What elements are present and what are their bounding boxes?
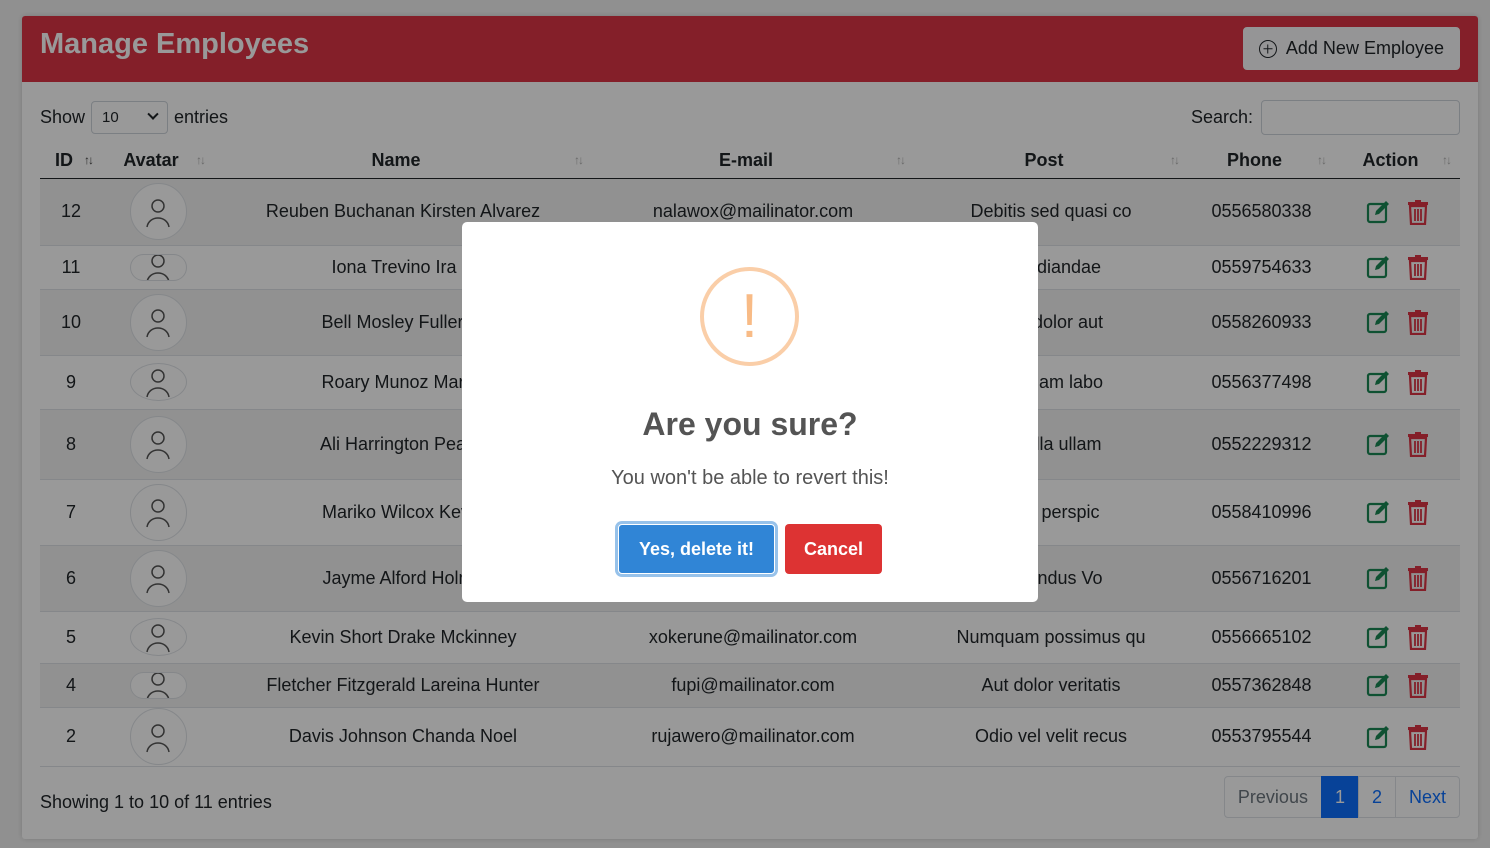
warning-icon: ! [700,267,799,366]
dialog-actions: Yes, delete it! Cancel [462,524,1038,574]
confirm-delete-button[interactable]: Yes, delete it! [617,524,776,574]
confirm-dialog: ! Are you sure? You won't be able to rev… [462,222,1038,602]
dialog-text: You won't be able to revert this! [611,467,889,489]
dialog-title: Are you sure? [642,406,858,442]
cancel-button[interactable]: Cancel [785,524,883,574]
